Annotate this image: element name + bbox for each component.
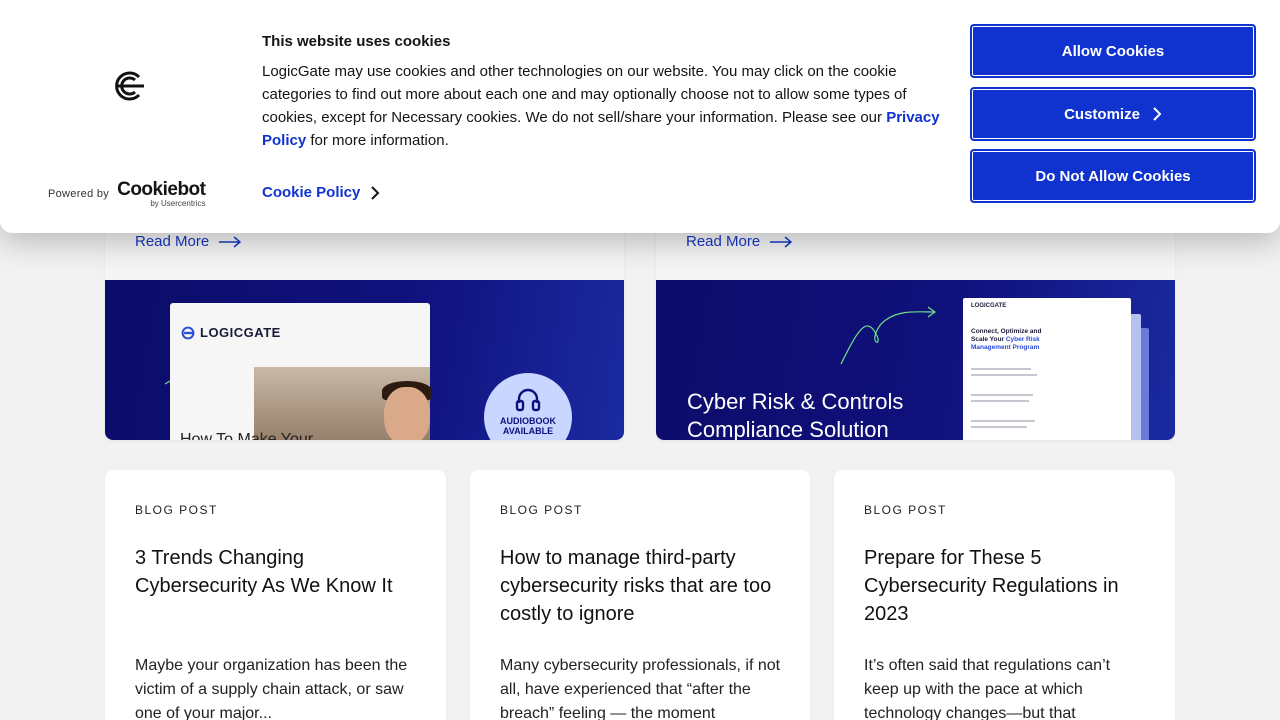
book-title: How To Make Your bbox=[180, 431, 314, 440]
cookiebot-logo: Cookiebot by Usercentrics bbox=[117, 179, 206, 208]
blog-excerpt: Many cybersecurity professionals, if not… bbox=[500, 657, 781, 720]
powered-by-label: Powered by bbox=[48, 188, 110, 200]
blog-card[interactable]: BLOG POST 3 Trends Changing Cybersecurit… bbox=[105, 470, 446, 720]
logicgate-logo-icon bbox=[115, 71, 144, 101]
blog-card[interactable]: BLOG POST How to manage third-party cybe… bbox=[470, 470, 810, 720]
logicgate-mark-icon bbox=[181, 326, 195, 339]
blog-excerpt: It’s often said that regulations can’t k… bbox=[864, 657, 1111, 720]
logicgate-logo: LOGICGATE bbox=[181, 325, 281, 340]
headphones-icon bbox=[515, 388, 541, 412]
blog-title[interactable]: 3 Trends Changing Cybersecurity As We Kn… bbox=[135, 544, 418, 600]
do-not-allow-cookies-button[interactable]: Do Not Allow Cookies bbox=[970, 149, 1256, 203]
blog-eyebrow: BLOG POST bbox=[864, 503, 947, 517]
book-cover: LOGICGATE How To Make Your bbox=[170, 303, 432, 440]
solution-headline: Cyber Risk & Controls Compliance Solutio… bbox=[687, 389, 904, 440]
blog-eyebrow: BLOG POST bbox=[135, 503, 218, 517]
cyber-risk-banner-image: Cyber Risk & Controls Compliance Solutio… bbox=[656, 280, 1175, 440]
blog-title[interactable]: Prepare for These 5 Cybersecurity Regula… bbox=[864, 544, 1147, 628]
doc-heading: Connect, Optimize and Scale Your Cyber R… bbox=[971, 328, 1042, 351]
allow-cookies-button[interactable]: Allow Cookies bbox=[970, 24, 1256, 78]
cookie-banner-title: This website uses cookies bbox=[262, 33, 451, 50]
blog-eyebrow: BLOG POST bbox=[500, 503, 583, 517]
read-more-link[interactable]: Read More bbox=[686, 233, 793, 250]
arrow-right-icon bbox=[219, 235, 242, 248]
powered-by-cookiebot[interactable]: Powered by Cookiebot by Usercentrics bbox=[48, 179, 206, 208]
cookie-policy-link[interactable]: Cookie Policy bbox=[262, 184, 380, 201]
chevron-right-icon bbox=[1153, 107, 1162, 121]
blog-card[interactable]: BLOG POST Prepare for These 5 Cybersecur… bbox=[834, 470, 1175, 720]
read-more-link[interactable]: Read More bbox=[135, 233, 242, 250]
audiobook-badge: AUDIOBOOK AVAILABLE bbox=[484, 373, 572, 440]
cookie-consent-banner: Powered by Cookiebot by Usercentrics Thi… bbox=[0, 0, 1280, 233]
arrow-right-icon bbox=[770, 235, 793, 248]
customize-button[interactable]: Customize bbox=[970, 87, 1256, 141]
read-more-label: Read More bbox=[686, 233, 761, 250]
audiobook-banner-image: LOGICGATE How To Make Your AUDIOBOOK AVA… bbox=[105, 280, 624, 440]
chevron-right-icon bbox=[371, 185, 380, 200]
person-photo bbox=[254, 367, 432, 440]
green-arrow-decoration bbox=[840, 306, 937, 365]
blog-excerpt: Maybe your organization has been the vic… bbox=[135, 657, 408, 720]
read-more-label: Read More bbox=[135, 233, 210, 250]
cookie-banner-text: LogicGate may use cookies and other tech… bbox=[262, 63, 940, 149]
blog-title[interactable]: How to manage third-party cybersecurity … bbox=[500, 544, 782, 628]
